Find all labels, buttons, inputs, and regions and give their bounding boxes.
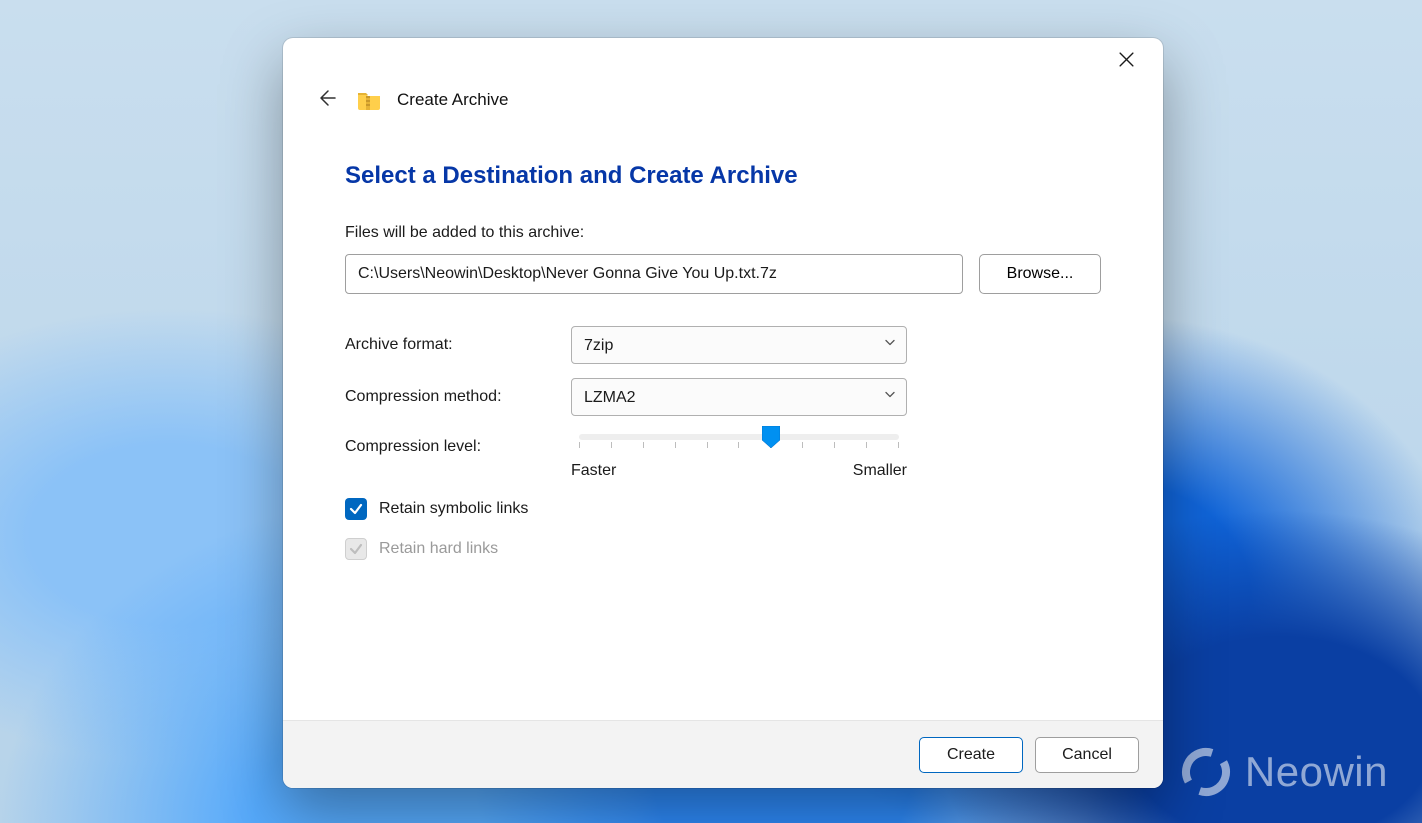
close-icon [1118, 51, 1135, 73]
watermark: Neowin [1181, 747, 1388, 797]
dialog-title: Create Archive [397, 90, 509, 110]
archive-format-label: Archive format: [345, 336, 571, 354]
retain-symlinks-label: Retain symbolic links [379, 500, 528, 518]
back-button[interactable] [313, 86, 341, 114]
slider-faster-label: Faster [571, 462, 616, 480]
archive-path-label: Files will be added to this archive: [345, 224, 1101, 242]
compression-method-label: Compression method: [345, 388, 571, 406]
compression-method-select[interactable]: LZMA2 [571, 378, 907, 416]
cancel-button[interactable]: Cancel [1035, 737, 1139, 773]
dialog-footer: Create Cancel [283, 720, 1163, 788]
destination-heading: Select a Destination and Create Archive [345, 162, 1101, 190]
create-button[interactable]: Create [919, 737, 1023, 773]
compression-level-label: Compression level: [345, 430, 571, 456]
checkbox-checked-icon [345, 498, 367, 520]
zip-folder-icon [357, 90, 381, 110]
slider-thumb[interactable] [762, 426, 780, 448]
slider-smaller-label: Smaller [853, 462, 907, 480]
archive-path-input[interactable] [345, 254, 963, 294]
arrow-left-icon [317, 88, 337, 113]
retain-symlinks-checkbox[interactable]: Retain symbolic links [345, 498, 528, 520]
checkbox-disabled-icon [345, 538, 367, 560]
browse-button[interactable]: Browse... [979, 254, 1101, 294]
close-button[interactable] [1109, 45, 1143, 79]
create-archive-dialog: Create Archive Select a Destination and … [283, 38, 1163, 788]
compression-level-slider[interactable] [579, 434, 899, 448]
watermark-text: Neowin [1245, 748, 1388, 796]
retain-hardlinks-checkbox: Retain hard links [345, 538, 498, 560]
archive-format-select[interactable]: 7zip [571, 326, 907, 364]
retain-hardlinks-label: Retain hard links [379, 540, 498, 558]
